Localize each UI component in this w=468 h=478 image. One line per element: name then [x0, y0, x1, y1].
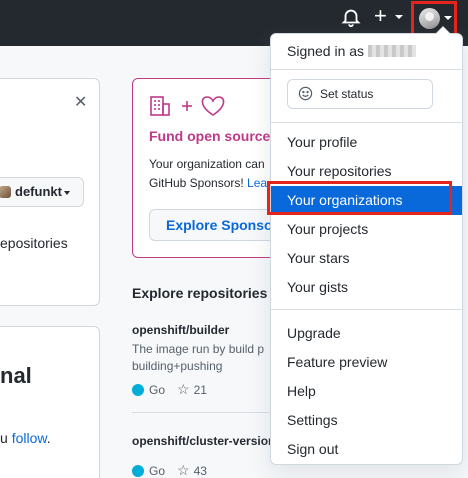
repo-meta: Go ☆ 43 — [132, 462, 272, 478]
menu-pointer-inner — [436, 27, 450, 34]
follow-suffix: . — [46, 430, 51, 446]
follow-prefix: u — [0, 430, 12, 446]
repo-desc-line1: The image run by build p — [132, 342, 265, 356]
account-name: defunkt — [15, 184, 62, 199]
repo-link[interactable]: openshift/builder — [132, 323, 272, 337]
card-heading: nal — [0, 363, 32, 388]
menu-divider — [271, 309, 462, 310]
menu-item-settings[interactable]: Settings — [271, 406, 462, 435]
dashboard-card — [0, 326, 100, 478]
repo-language: Go — [149, 463, 166, 478]
close-icon[interactable]: ✕ — [74, 92, 87, 112]
menu-divider — [271, 69, 462, 70]
set-status-button[interactable]: Set status — [287, 79, 433, 109]
sponsor-body-line1: Your organization can — [149, 157, 265, 171]
plus-icon: + — [374, 3, 387, 28]
menu-item-your-profile[interactable]: Your profile — [271, 128, 462, 157]
user-dropdown-menu: Signed in as Set status Your profile You… — [270, 26, 463, 465]
set-status-label: Set status — [320, 87, 374, 101]
repo-stars: 21 — [193, 382, 207, 397]
signed-in-header: Signed in as — [287, 43, 417, 59]
explore-repositories-heading: Explore repositories — [132, 285, 268, 301]
chevron-down-icon — [444, 16, 452, 20]
divider — [132, 412, 272, 413]
menu-item-feature-preview[interactable]: Feature preview — [271, 348, 462, 377]
repo-desc-line2: building+pushing — [132, 359, 223, 373]
follow-link[interactable]: follow — [12, 430, 47, 446]
language-color-dot — [132, 383, 144, 396]
highlight-annotation — [267, 181, 452, 215]
menu-item-your-stars[interactable]: Your stars — [271, 244, 462, 273]
repositories-text: epositories — [0, 235, 68, 251]
signed-in-label: Signed in as — [287, 43, 365, 59]
explore-sponsors-button[interactable]: Explore Sponsors — [149, 209, 279, 241]
repo-meta: Go ☆ 21 — [132, 381, 272, 398]
learn-more-link[interactable]: Lea — [247, 176, 267, 190]
create-new-button[interactable]: + — [374, 5, 406, 29]
menu-divider — [271, 122, 462, 123]
menu-item-help[interactable]: Help — [271, 377, 462, 406]
language-color-dot — [132, 464, 144, 477]
repo-item: openshift/cluster-version Go ☆ 43 — [132, 434, 272, 478]
repo-stars: 43 — [193, 463, 207, 478]
account-switcher-button[interactable]: defunkt — [0, 177, 84, 207]
redacted-username — [368, 45, 417, 57]
repo-description: The image run by build p building+pushin… — [132, 341, 272, 375]
repo-language: Go — [149, 382, 166, 397]
smiley-icon — [298, 86, 313, 101]
repo-item: openshift/builder The image run by build… — [132, 323, 272, 398]
bell-icon[interactable] — [340, 6, 362, 28]
star-icon[interactable]: ☆ — [177, 381, 190, 398]
repo-link[interactable]: openshift/cluster-version — [132, 434, 272, 448]
star-icon[interactable]: ☆ — [177, 462, 190, 478]
menu-item-your-projects[interactable]: Your projects — [271, 215, 462, 244]
building-plus-heart-icon — [149, 94, 229, 118]
user-avatar-icon — [0, 186, 11, 198]
sponsor-body-line2: GitHub Sponsors! — [149, 176, 248, 190]
menu-item-your-gists[interactable]: Your gists — [271, 273, 462, 302]
chevron-down-icon — [64, 191, 70, 195]
chevron-down-icon — [395, 15, 403, 19]
menu-item-upgrade[interactable]: Upgrade — [271, 319, 462, 348]
sponsor-title: Fund open source — [149, 128, 271, 144]
follow-text: u follow. — [0, 430, 51, 446]
menu-item-sign-out[interactable]: Sign out — [271, 435, 462, 464]
